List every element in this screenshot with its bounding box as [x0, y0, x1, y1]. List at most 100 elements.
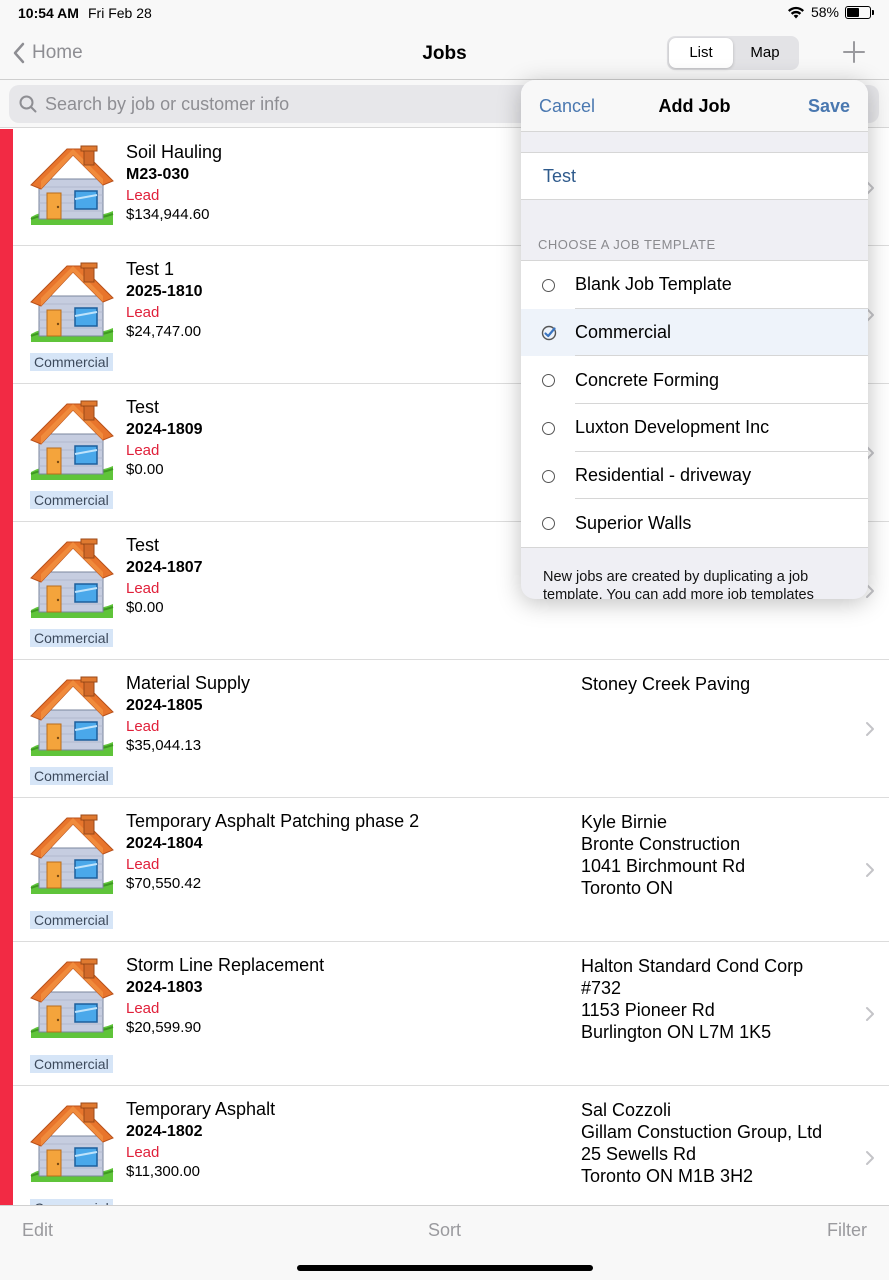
job-row[interactable]: Temporary Asphalt Patching phase 2 2024-… — [13, 798, 889, 942]
job-status: Lead — [126, 187, 160, 204]
segment-list[interactable]: List — [669, 38, 733, 68]
radio-circle-icon — [542, 374, 555, 388]
job-status: Lead — [126, 856, 160, 873]
battery-icon — [845, 5, 874, 19]
customer-line: Gillam Constuction Group, Ltd — [581, 1122, 823, 1142]
job-amount: $24,747.00 — [126, 323, 202, 340]
template-option[interactable]: Superior Walls — [521, 499, 868, 547]
customer-line: Bronte Construction — [581, 834, 741, 854]
status-bar: 10:54 AM Fri Feb 28 58% — [0, 0, 889, 28]
customer-line: 1153 Pioneer Rd — [581, 1000, 715, 1020]
template-option[interactable]: Residential - driveway — [521, 452, 868, 500]
house-icon — [29, 396, 115, 482]
job-row[interactable]: Material Supply 2024-1805 Lead $35,044.1… — [13, 660, 889, 798]
job-status: Lead — [126, 304, 160, 321]
house-icon — [29, 1098, 115, 1184]
job-amount: $11,300.00 — [126, 1163, 200, 1180]
lead-status-bar — [0, 129, 13, 1205]
wifi-icon — [787, 6, 804, 19]
customer-line: Toronto ON — [581, 878, 674, 898]
job-amount: $20,599.90 — [126, 1019, 202, 1036]
job-amount: $134,944.60 — [126, 206, 210, 223]
save-button[interactable]: Save — [808, 96, 850, 117]
job-row[interactable]: Temporary Asphalt 2024-1802 Lead $11,300… — [13, 1086, 889, 1205]
job-number: 2025-1810 — [126, 283, 203, 300]
template-option[interactable]: Blank Job Template — [521, 261, 868, 309]
job-name: Material Supply — [126, 673, 251, 693]
job-number: 2024-1807 — [126, 559, 203, 576]
job-status: Lead — [126, 718, 160, 735]
job-name: Test — [126, 535, 160, 555]
customer-info: Kyle Birnie Bronte Construction 1041 Birch… — [581, 811, 745, 899]
customer-line: Halton Standard Cond Corp — [581, 956, 804, 976]
customer-line: 1041 Birchmount Rd — [581, 856, 746, 876]
view-segmented-control: List Map — [667, 36, 799, 70]
radio-circle-icon — [542, 469, 555, 483]
job-number: 2024-1803 — [126, 979, 203, 996]
job-name: Test 1 — [126, 259, 175, 279]
battery-percent: 58% — [810, 4, 839, 20]
job-amount: $0.00 — [126, 461, 164, 478]
popover-header: Cancel Add Job Save — [521, 80, 868, 132]
template-footer-note: New jobs are created by duplicating a jo… — [543, 569, 814, 599]
job-name: Storm Line Replacement — [126, 955, 325, 975]
filter-button[interactable]: Filter — [827, 1220, 867, 1241]
house-icon — [29, 810, 115, 896]
chevron-right-icon — [865, 1150, 875, 1166]
status-time: 10:54 AM — [18, 5, 79, 21]
job-tag: Commercial — [30, 911, 113, 929]
cancel-button[interactable]: Cancel — [539, 96, 595, 117]
chevron-right-icon — [865, 721, 875, 737]
radio-circle-icon — [542, 422, 555, 436]
checkmark-circle-icon — [541, 325, 557, 340]
add-job-popover: Cancel Add Job Save CHOOSE A JOB TEMPLAT… — [521, 80, 868, 599]
house-icon — [29, 534, 115, 620]
template-option[interactable]: Luxton Development Inc — [521, 404, 868, 452]
status-right: 58% — [787, 4, 874, 20]
customer-line: Sal Cozzoli — [581, 1100, 672, 1120]
job-status: Lead — [126, 1000, 160, 1017]
sort-button[interactable]: Sort — [0, 1220, 889, 1241]
search-icon — [19, 95, 37, 113]
job-status: Lead — [126, 442, 160, 459]
customer-line: 25 Sewells Rd — [581, 1144, 697, 1164]
job-name-input[interactable] — [521, 153, 868, 199]
customer-info: Stoney Creek Paving — [581, 673, 750, 695]
template-option[interactable]: Concrete Forming — [521, 356, 868, 405]
job-name-field — [521, 152, 868, 200]
template-label: Superior Walls — [575, 512, 692, 533]
template-section-header: CHOOSE A JOB TEMPLATE — [538, 237, 716, 252]
template-label: Residential - driveway — [575, 465, 752, 486]
job-info: Temporary Asphalt 2024-1802 Lead $11,300… — [126, 1098, 566, 1181]
job-info: Temporary Asphalt Patching phase 2 2024-… — [126, 810, 566, 893]
template-label: Commercial — [575, 322, 672, 343]
job-tag: Commercial — [30, 1055, 113, 1073]
job-number: 2024-1802 — [126, 1123, 203, 1140]
status-date: Fri Feb 28 — [88, 5, 152, 21]
customer-line: #732 — [581, 978, 622, 998]
job-tag: Commercial — [30, 629, 113, 647]
job-row[interactable]: Storm Line Replacement 2024-1803 Lead $2… — [13, 942, 889, 1086]
customer-line: Toronto ON M1B 3H2 — [581, 1166, 754, 1186]
job-amount: $35,044.13 — [126, 737, 202, 754]
plus-icon[interactable] — [842, 40, 866, 64]
job-number: 2024-1804 — [126, 835, 203, 852]
customer-info: Sal Cozzoli Gillam Constuction Group, Ltd… — [581, 1099, 822, 1187]
house-icon — [29, 672, 115, 758]
template-option[interactable]: Commercial — [521, 308, 868, 357]
job-tag: Commercial — [30, 491, 113, 509]
job-name: Temporary Asphalt — [126, 1099, 276, 1119]
job-status: Lead — [126, 580, 160, 597]
job-tag: Commercial — [30, 353, 113, 371]
job-amount: $70,550.42 — [126, 875, 202, 892]
back-label: Home — [32, 42, 83, 63]
template-label: Blank Job Template — [575, 274, 732, 295]
back-button[interactable]: Home — [12, 42, 83, 64]
job-number: 2024-1809 — [126, 421, 203, 438]
job-info: Soil Hauling M23-030 Lead $134,944.60 — [126, 141, 566, 224]
segment-map[interactable]: Map — [733, 38, 797, 68]
template-label: Concrete Forming — [575, 369, 720, 390]
chevron-right-icon — [865, 862, 875, 878]
customer-line: Burlington ON L7M 1K5 — [581, 1022, 772, 1042]
house-icon — [29, 258, 115, 344]
